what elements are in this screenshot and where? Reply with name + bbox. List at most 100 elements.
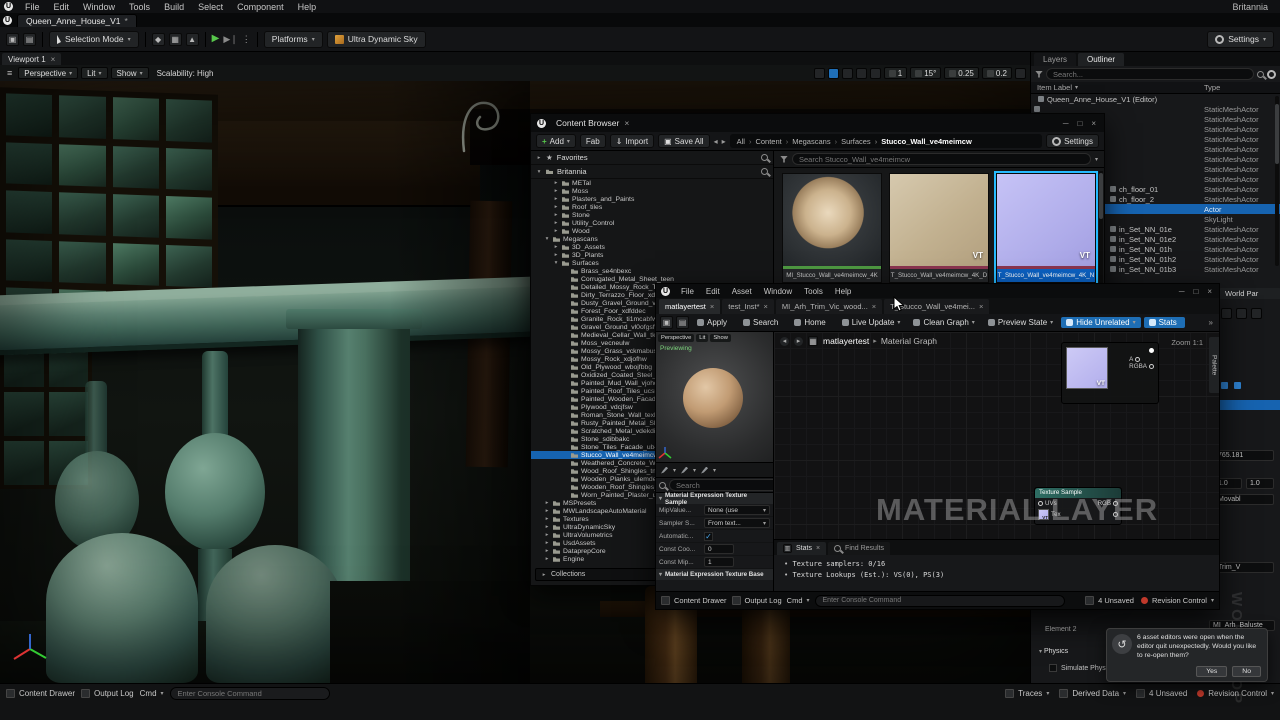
details-icon[interactable] [1236, 308, 1247, 319]
selection-mode-dropdown[interactable]: Selection Mode▾ [49, 31, 139, 48]
move-tool-icon[interactable] [828, 68, 839, 79]
menu-item[interactable]: Edit [47, 2, 77, 12]
viewport-options-icon[interactable]: ≡ [4, 68, 15, 78]
pin-icon[interactable] [1149, 348, 1154, 353]
minimize-icon[interactable]: ─ [1179, 287, 1185, 296]
folder-tree-item[interactable]: ▸ Moss [531, 187, 773, 195]
output-log-button[interactable]: Output Log [81, 687, 134, 700]
mobility-dropdown[interactable]: Movabl [1214, 494, 1274, 505]
edit-icon[interactable] [701, 467, 708, 474]
checkbox-icon[interactable] [1049, 664, 1057, 672]
material-toolbar-button[interactable]: Live Update ▾ [837, 317, 906, 328]
outliner-scrollbar[interactable] [1275, 96, 1279, 266]
property-row[interactable]: MipValue... None (use ▾ None (use [656, 504, 773, 517]
back-icon[interactable]: ◂ [714, 137, 718, 146]
favorite-icon[interactable] [1221, 382, 1228, 389]
outliner-search-input[interactable] [1046, 68, 1254, 80]
viewport-tab[interactable]: Viewport 1 [2, 53, 61, 65]
outliner-column-header[interactable]: Item Label▾ Type [1031, 82, 1280, 94]
tab-outliner[interactable]: Outliner [1078, 53, 1124, 66]
level-sequence-icon[interactable]: ▦ [169, 33, 182, 46]
material-toolbar-button[interactable]: Search [738, 317, 786, 328]
close-icon[interactable] [816, 545, 820, 552]
folder-tree-item[interactable]: ▸ 3D_Plants [531, 251, 773, 259]
folder-tree-item[interactable]: ▸ Wood [531, 227, 773, 235]
folder-tree-item[interactable]: ▸ METal [531, 179, 773, 187]
close-icon[interactable] [872, 302, 876, 311]
skip-button[interactable]: ▶❘ [223, 34, 237, 45]
outliner-settings-icon[interactable] [1267, 70, 1276, 79]
menu-item[interactable]: Window [758, 287, 798, 296]
selected-property-row[interactable] [1213, 400, 1280, 410]
outliner-row[interactable]: Queen_Anne_House_V1 (Editor) [1031, 94, 1280, 104]
traces-dropdown[interactable]: Traces▾ [1005, 687, 1049, 700]
tab-find-results[interactable]: Find Results [828, 542, 890, 555]
property-row[interactable]: Sampler S... From text...▾ From text... [656, 517, 773, 530]
close-icon[interactable] [979, 302, 983, 311]
settings-dropdown[interactable]: Settings▾ [1207, 31, 1274, 48]
play-button[interactable]: ▶ [212, 34, 220, 44]
menu-item[interactable]: Tools [122, 2, 157, 12]
viewport-mode-dropdown[interactable]: Show▾ [111, 67, 149, 79]
filter-icon[interactable] [1035, 71, 1043, 78]
forward-icon[interactable]: ▸ [794, 337, 803, 346]
folder-tree-item[interactable]: ▸ 3D_Assets [531, 243, 773, 251]
select-tool-icon[interactable] [814, 68, 825, 79]
asset-tile[interactable]: MI_Stucco_Wall_ve4meimcw_4K [782, 173, 882, 283]
breadcrumb-item[interactable]: Surfaces [831, 137, 871, 146]
unsaved-button[interactable]: 4 Unsaved [1085, 594, 1134, 607]
yes-button[interactable]: Yes [1196, 666, 1227, 677]
toolbar-overflow-icon[interactable]: » [1209, 318, 1215, 327]
level-tab[interactable]: Queen_Anne_House_V1 * [17, 14, 137, 27]
tab-stats[interactable]: ▥ Stats [777, 542, 826, 555]
import-button[interactable]: ⇓ Import [610, 134, 654, 148]
content-browser-settings-button[interactable]: Settings [1046, 134, 1099, 148]
minimize-icon[interactable]: ─ [1063, 119, 1069, 128]
no-button[interactable]: No [1232, 666, 1261, 677]
add-button[interactable]: + Add▾ [536, 134, 576, 148]
content-drawer-button[interactable]: Content Drawer [661, 594, 727, 607]
snap-setting[interactable]: 1 [884, 67, 907, 79]
palette-tab[interactable]: Palette [1209, 337, 1219, 393]
asset-tile[interactable]: VT T_Stucco_Wall_ve4meimcw_4K_N [996, 173, 1096, 283]
close-icon[interactable]: × [1207, 287, 1212, 296]
material-slot-field[interactable]: Trim_V [1214, 562, 1274, 573]
material-toolbar-button[interactable]: Stats [1144, 317, 1185, 328]
world-coords-icon[interactable] [870, 68, 881, 79]
texture-sample-node-selected[interactable]: VT A RGBA [1061, 342, 1159, 404]
unsaved-button[interactable]: 4 Unsaved [1136, 687, 1187, 700]
maximize-icon[interactable]: □ [1077, 119, 1082, 128]
project-root-row[interactable]: ▾ Britannia [531, 165, 773, 179]
edit-icon[interactable] [661, 467, 668, 474]
snap-setting[interactable]: 0.2 [982, 67, 1012, 79]
preview-mode-dropdown[interactable]: Show [710, 334, 731, 342]
maximize-viewport-icon[interactable] [1015, 68, 1026, 79]
menu-item[interactable]: Component [230, 2, 291, 12]
maximize-icon[interactable]: □ [1193, 287, 1198, 296]
asset-editor-tab[interactable]: MI_Arh_Trim_Vic_wood... [776, 299, 882, 314]
breadcrumb-item[interactable]: All [737, 137, 745, 146]
property-number-field[interactable]: 1 [704, 557, 734, 567]
material-graph-canvas[interactable]: ◂ ▸ ▦ matlayertest ▸ Material Graph Zoom… [774, 332, 1219, 539]
menu-item[interactable]: Build [157, 2, 191, 12]
asset-editor-tab[interactable]: test_Inst* [722, 299, 774, 314]
save-all-button[interactable]: ▣ Save All [658, 134, 709, 148]
save-icon[interactable]: ▣ [660, 316, 673, 329]
material-toolbar-button[interactable]: Apply [692, 317, 735, 328]
favorite-icon[interactable] [1234, 382, 1241, 389]
details-section-header[interactable]: ▾Material Expression Texture Base [656, 569, 773, 580]
property-checkbox[interactable] [704, 532, 713, 541]
save-icon[interactable]: ▣ [6, 33, 19, 46]
property-row[interactable]: Automatic... ▾ [656, 530, 773, 543]
close-icon[interactable] [624, 118, 629, 128]
asset-search-input[interactable] [792, 153, 1091, 165]
breadcrumb-item[interactable]: Stucco_Wall_ve4meimcw [871, 137, 972, 146]
material-toolbar-button[interactable]: Hide Unrelated ▾ [1061, 317, 1140, 328]
console-command-input[interactable]: Enter Console Command [170, 687, 330, 700]
scale-tool-icon[interactable] [856, 68, 867, 79]
folder-tree-item[interactable]: ▾ Surfaces [531, 259, 773, 267]
asset-panel-scrollbar[interactable] [1099, 171, 1103, 291]
filter-icon[interactable] [780, 156, 788, 163]
menu-item[interactable]: Select [191, 2, 230, 12]
folder-tree-item[interactable]: ▸ Utility_Control [531, 219, 773, 227]
